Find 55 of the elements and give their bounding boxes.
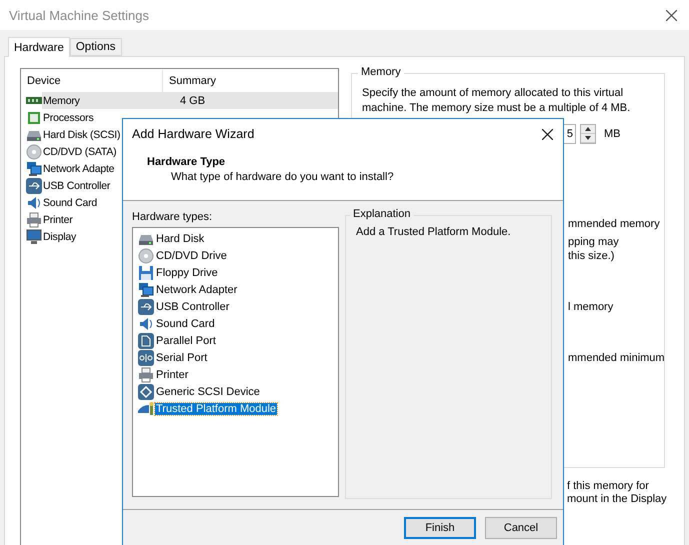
device-name: Processors [43, 112, 94, 124]
cdrom-icon [26, 144, 42, 160]
group-title: Explanation [350, 208, 414, 220]
window-title: Virtual Machine Settings [9, 8, 149, 22]
hardware-type-item[interactable]: Sound Card [155, 318, 216, 330]
finish-button[interactable]: Finish [404, 517, 476, 539]
cancel-button[interactable]: Cancel [485, 517, 557, 539]
memory-note: this size.) [568, 249, 614, 263]
explanation-text: Add a Trusted Platform Module. [356, 226, 511, 238]
floppy-icon [138, 264, 154, 280]
hardware-type-item[interactable]: USB Controller [155, 300, 230, 312]
group-title: Memory [358, 66, 404, 78]
close-icon [666, 10, 677, 20]
sound-icon [138, 316, 154, 332]
hardware-type-item[interactable]: Floppy Drive [155, 266, 219, 278]
sound-icon [26, 194, 42, 210]
memory-description: Specify the amount of memory allocated to this virtual machine. The memory size must be a multiple of 4 MB. [362, 86, 632, 116]
close-icon [542, 128, 553, 140]
hardware-type-item[interactable]: Hard Disk [155, 232, 206, 244]
device-row[interactable]: Memory 4 GB [42, 92, 338, 109]
hardware-type-item[interactable]: Trusted Platform Module [155, 402, 278, 414]
close-button[interactable] [540, 126, 555, 142]
processor-icon [26, 110, 42, 126]
tab[interactable]: Options [70, 38, 122, 56]
device-name: CD/DVD (SATA) [43, 146, 116, 158]
hardware-type-item[interactable]: Network Adapter [155, 284, 238, 296]
hardware-type-item[interactable]: Printer [155, 368, 190, 380]
memory-note: pping may [568, 235, 619, 249]
unit-label: MB [604, 128, 620, 140]
device-name: Sound Card [43, 196, 98, 208]
memory-note: l memory [568, 300, 614, 314]
step-subtitle: What type of hardware do you want to install? [171, 171, 395, 183]
dialog-title: Add Hardware Wizard [132, 127, 254, 141]
device-name: Memory [43, 94, 80, 106]
memory-spinner[interactable] [580, 124, 596, 144]
network-icon [26, 160, 42, 176]
column-header[interactable]: Summary [163, 70, 216, 92]
device-summary: 4 GB [180, 94, 206, 106]
cdrom-icon [138, 248, 154, 264]
close-button[interactable] [664, 8, 679, 22]
display-icon [26, 228, 42, 244]
list-label: Hardware types: [132, 211, 214, 223]
printer-icon [138, 366, 154, 382]
memory-note: mmended memory [568, 217, 660, 231]
network-icon [138, 282, 154, 298]
step-heading: Hardware Type [147, 156, 226, 168]
memory-note: f this memory for [567, 480, 649, 493]
tab[interactable]: Hardware [8, 37, 70, 57]
printer-icon [26, 212, 42, 228]
hardware-type-item[interactable]: CD/DVD Drive [155, 250, 228, 262]
hardware-type-item[interactable]: Parallel Port [155, 334, 217, 346]
memory-note: mount in the Display [567, 493, 667, 506]
hardware-type-item[interactable]: Generic SCSI Device [155, 386, 261, 398]
memory-note: mmended minimum [568, 351, 665, 365]
hardware-type-item[interactable]: Serial Port [155, 352, 208, 364]
